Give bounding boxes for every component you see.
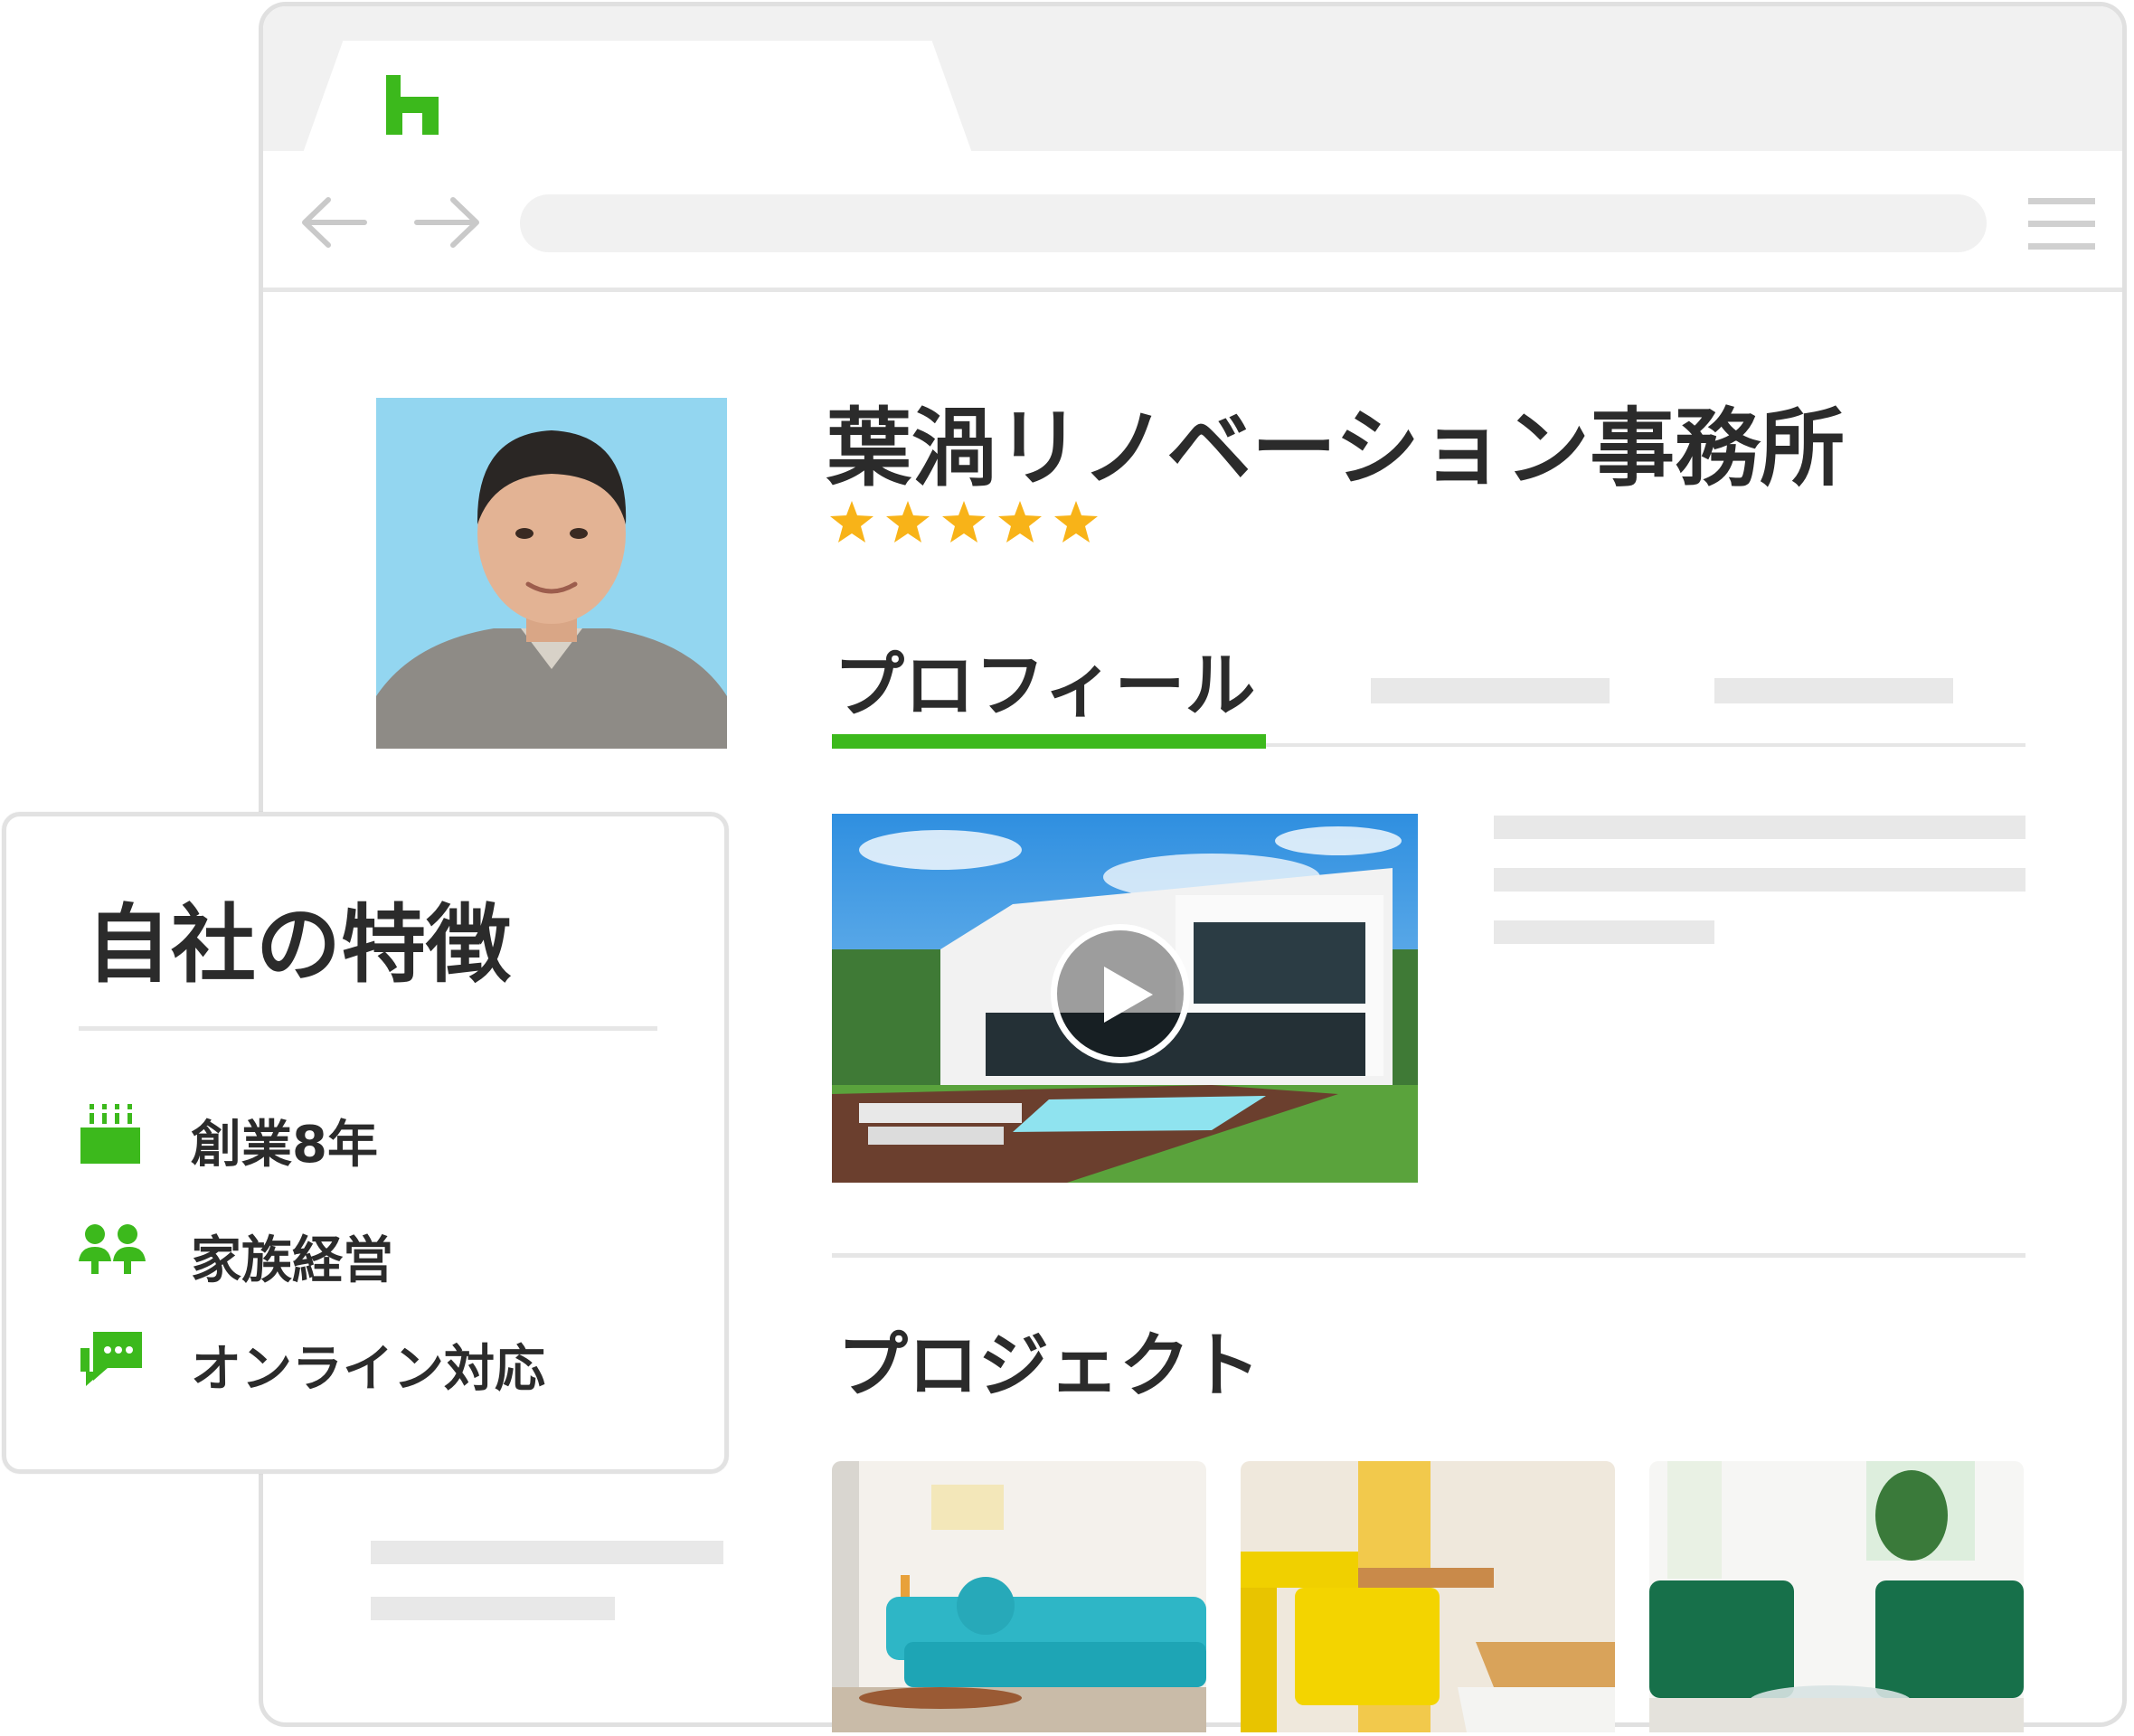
star-rating [830, 499, 1110, 546]
star-icon [942, 501, 986, 542]
living-room-image [832, 1461, 1206, 1732]
feature-label: 家族経営 [191, 1231, 393, 1290]
star-icon [1054, 501, 1098, 542]
tab-placeholder[interactable] [1371, 678, 1610, 703]
company-name: 葉渦リノベーション事務所 [826, 400, 1846, 498]
url-bar[interactable] [520, 194, 1987, 252]
text-placeholder [371, 1597, 615, 1620]
text-placeholder [1494, 816, 2025, 839]
cake-icon [80, 1104, 140, 1164]
project-thumbnail[interactable] [832, 1461, 1206, 1732]
lounge-image [1649, 1461, 2024, 1732]
arrow-right-icon[interactable] [411, 191, 484, 254]
features-divider [79, 1026, 657, 1031]
text-placeholder [1494, 920, 1714, 944]
project-thumbnail[interactable] [1241, 1461, 1615, 1732]
profile-photo [376, 398, 727, 749]
dining-room-image [1241, 1461, 1615, 1732]
address-bar-area [263, 151, 2122, 292]
features-title: 自社の特徴 [86, 896, 512, 995]
text-placeholder [1494, 868, 2025, 892]
star-icon [886, 501, 930, 542]
video-thumbnail[interactable] [832, 814, 1418, 1183]
project-thumbnail[interactable] [1649, 1461, 2024, 1732]
chat-icon [80, 1332, 142, 1386]
play-button[interactable] [1051, 924, 1190, 1063]
star-icon [998, 501, 1042, 542]
hamburger-menu-icon[interactable] [2028, 194, 2095, 254]
play-icon [1104, 967, 1153, 1023]
features-card: 自社の特徴 創業8年 家族経営 オンライン対応 [2, 812, 729, 1474]
projects-title: プロジェクト [837, 1326, 1261, 1407]
houzz-logo-icon [386, 75, 439, 135]
tab-placeholder[interactable] [1714, 678, 1953, 703]
star-icon [830, 501, 873, 542]
tab-profile[interactable]: プロフィール [834, 629, 1255, 731]
browser-tab[interactable] [303, 41, 972, 153]
section-divider [832, 1253, 2025, 1258]
tab-active-indicator [832, 734, 1266, 749]
text-placeholder [371, 1541, 723, 1564]
tab-bar [263, 6, 2122, 153]
person-avatar-icon [376, 430, 727, 749]
arrow-left-icon[interactable] [297, 191, 370, 254]
feature-label: オンライン対応 [191, 1340, 545, 1399]
family-icon [79, 1224, 146, 1274]
feature-label: 創業8年 [191, 1116, 378, 1175]
